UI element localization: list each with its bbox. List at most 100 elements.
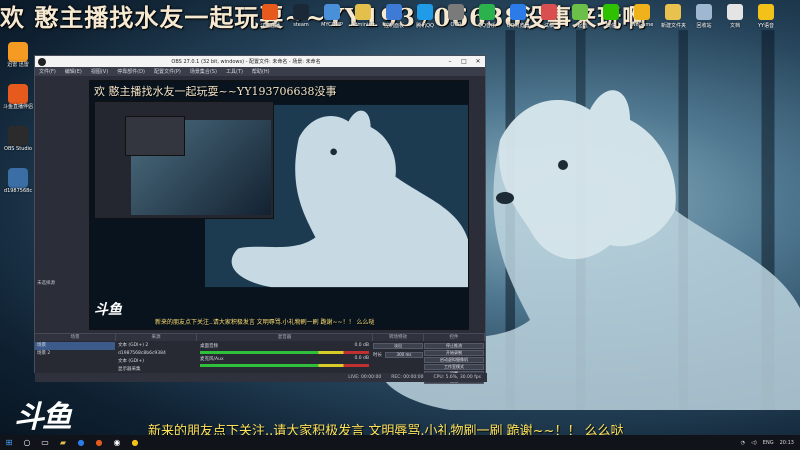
desktop-icon-label: QQ浏览器 xyxy=(506,23,530,29)
search-icon[interactable]: ○ xyxy=(20,437,34,449)
desktop-icon[interactable]: d1987568c xyxy=(2,168,34,195)
desktop-icon-label: MYCOMP xyxy=(321,22,343,28)
clock[interactable]: 20:13 xyxy=(780,440,794,446)
scene-item[interactable]: 场景 2 xyxy=(35,350,115,358)
close-icon[interactable]: ✕ xyxy=(471,58,485,65)
desktop-icon-label: WeGame xyxy=(630,22,654,28)
mixer-panel: 桌面音频 0.0 dB 麦克风/Aux 0.0 dB xyxy=(197,342,372,368)
yy-icon xyxy=(758,4,774,20)
browser-icon[interactable]: ● xyxy=(74,437,88,449)
folder-icon xyxy=(355,4,371,20)
desktop-icon[interactable]: 一起玩 xyxy=(568,4,592,29)
desktop-icon-label: Administr xyxy=(351,22,375,28)
app-icon xyxy=(8,84,28,104)
preview-subtitle: 新来的朋友点下关注..请大家积极发言 文明辱骂.小礼物刷一刷 跪谢~~！！ 么么… xyxy=(155,319,375,326)
desktop-icon[interactable]: 控制面板 xyxy=(382,4,406,29)
desktop-icon-label: 微信 xyxy=(605,23,616,29)
network-icon[interactable]: ◔ xyxy=(741,440,745,446)
recycle-bin-icon xyxy=(696,4,712,20)
desktop-icon[interactable]: 回收站 xyxy=(692,4,716,29)
menu-item[interactable]: 视图(V) xyxy=(91,68,108,75)
thunder-icon xyxy=(8,42,28,62)
windows-start-icon[interactable]: ⊞ xyxy=(2,437,16,449)
desktop-icon[interactable]: 新建文件夹 xyxy=(661,4,687,29)
mixer-channel: 麦克风/Aux 0.0 dB xyxy=(197,355,372,368)
menu-item[interactable]: 编辑(E) xyxy=(65,68,82,75)
desktop-icon[interactable]: QQ音乐 xyxy=(475,4,499,29)
menu-item[interactable]: 停靠部件(D) xyxy=(117,68,145,75)
obs-window[interactable]: OBS 27.0.1 (32 bit, windows) - 配置文件: 未命名… xyxy=(34,55,487,384)
control-button[interactable]: 停止推流 xyxy=(424,343,484,349)
mixer-channel-db: 0.0 dB xyxy=(354,356,369,361)
explorer-icon[interactable]: ▰ xyxy=(56,437,70,449)
desktop-icon[interactable]: 文档 xyxy=(723,4,747,29)
desktop-icon[interactable]: steam xyxy=(289,4,313,28)
desktop-icon-label: 文档 xyxy=(729,23,740,29)
browser-icon xyxy=(510,4,526,20)
mixer-channel-name: 桌面音频 xyxy=(200,344,218,349)
desktop-icon[interactable]: MYCOMP xyxy=(320,4,344,28)
desktop-icon[interactable]: OBS Studio xyxy=(2,126,34,153)
desktop-icon-label: 新建文件夹 xyxy=(661,23,687,29)
desktop-icon-label: OCR xyxy=(450,22,462,28)
mixer-channel: 桌面音频 0.0 dB xyxy=(197,342,372,355)
desktop-icon[interactable]: QQ浏览器 xyxy=(506,4,530,29)
language-indicator[interactable]: ENG xyxy=(763,440,774,446)
volume-icon[interactable]: ◁) xyxy=(751,440,757,446)
controls-panel: 停止推流开始录制启动虚拟摄像机工作室模式设置退出 xyxy=(424,342,484,384)
desktop-icon-label: 一起玩 xyxy=(572,23,588,29)
obs-logo-icon xyxy=(38,57,46,66)
qq-icon xyxy=(417,4,433,20)
app-icon xyxy=(572,4,588,20)
mixer-row: 麦克风/Aux 0.0 dB xyxy=(200,356,369,362)
source-item[interactable]: d1987568c8b6c9384 xyxy=(116,350,196,358)
desktop-icon[interactable]: Administr xyxy=(351,4,375,28)
control-button[interactable]: 开始录制 xyxy=(424,350,484,356)
obs-statusbar: LIVE: 00:00:00 REC: 00:00:00 CPU: 5.6%, 30… xyxy=(35,373,487,382)
obs-taskbar-icon[interactable]: ◉ xyxy=(110,437,124,449)
status-item: REC: 00:00:00 xyxy=(391,375,424,380)
douyu-taskbar-icon[interactable]: ● xyxy=(92,437,106,449)
desktop-icon[interactable]: 斗鱼直播 xyxy=(258,4,282,29)
desktop-icon[interactable]: 迅雷 迅雷 xyxy=(2,42,34,69)
scene-item[interactable]: 场景 xyxy=(35,342,115,350)
desktop-icon[interactable]: 斗鱼直播伴侣 xyxy=(2,84,34,111)
desktop-icon[interactable]: 微信 xyxy=(599,4,623,29)
folder-icon xyxy=(665,4,681,20)
no-source-selected-label: 未选择源 xyxy=(37,281,55,286)
menu-item[interactable]: 配置文件(P) xyxy=(154,68,181,75)
obs-menubar: 文件(F) 编辑(E) 视图(V) 停靠部件(D) 配置文件(P) 场景集合(S) 工具(T… xyxy=(35,67,485,76)
menu-item[interactable]: 工具(T) xyxy=(226,68,243,75)
dock-header: 控件 xyxy=(424,334,485,341)
obs-titlebar[interactable]: OBS 27.0.1 (32 bit, windows) - 配置文件: 未命名… xyxy=(35,56,485,67)
menu-item[interactable]: 文件(F) xyxy=(39,68,56,75)
app-icon xyxy=(262,4,278,20)
desktop-icon[interactable]: WeGame xyxy=(630,4,654,28)
source-item[interactable]: 文本 (GDI+) 2 xyxy=(116,342,196,350)
yy-taskbar-icon[interactable]: ● xyxy=(128,437,142,449)
music-icon xyxy=(479,4,495,20)
menu-item[interactable]: 帮助(H) xyxy=(252,68,270,75)
obs-window-title: OBS 27.0.1 (32 bit, windows) - 配置文件: 未命名… xyxy=(171,59,321,65)
source-item[interactable]: 文本 (GDI+) xyxy=(116,358,196,366)
wegame-icon xyxy=(634,4,650,20)
menu-item[interactable]: 场景集合(S) xyxy=(190,68,217,75)
control-button[interactable]: 启动虚拟摄像机 xyxy=(424,357,484,363)
desktop-icon[interactable]: OCR xyxy=(444,4,468,28)
desktop-icon-label: 控制面板 xyxy=(383,23,404,29)
desktop-icon[interactable]: 试稿 xyxy=(537,4,561,29)
control-button[interactable]: 工作室模式 xyxy=(424,364,484,370)
douyu-logo: 斗鱼 xyxy=(14,400,72,435)
task-view-icon[interactable]: ▭ xyxy=(38,437,52,449)
desktop-icon[interactable]: YY语音 xyxy=(754,4,778,29)
desktop-icon-label: YY语音 xyxy=(757,23,775,29)
transition-select[interactable]: 淡出 xyxy=(373,343,423,349)
obs-preview[interactable]: 欢 憨主播找水友一起玩耍~~YY193706638没事 斗鱼 新来的朋友点下关注… xyxy=(89,80,469,330)
duration-input[interactable]: 300 ms xyxy=(385,352,423,358)
system-tray: ◔ ◁) ENG 20:13 xyxy=(741,440,800,446)
minimize-icon[interactable]: – xyxy=(443,58,457,65)
desktop-icon[interactable]: 腾讯QQ xyxy=(413,4,437,29)
maximize-icon[interactable]: □ xyxy=(457,58,471,65)
app-icon xyxy=(541,4,557,20)
mixer-row: 桌面音频 0.0 dB xyxy=(200,343,369,349)
